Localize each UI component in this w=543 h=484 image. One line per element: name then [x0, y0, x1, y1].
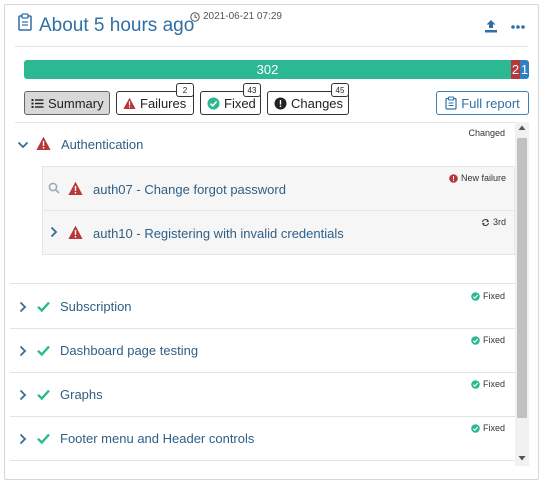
chevron-right-icon[interactable] — [17, 345, 29, 357]
changed-segment: 1 — [520, 60, 529, 79]
repeat-icon — [481, 218, 490, 226]
status-tag-text: Fixed — [482, 335, 505, 345]
checkmark-icon — [37, 301, 50, 313]
timestamp-text: 2021-06-21 07:29 — [203, 11, 282, 22]
chevron-right-icon[interactable] — [17, 389, 29, 401]
tab-label: Summary — [48, 95, 104, 111]
chevron-right-icon[interactable] — [17, 433, 29, 445]
status-tag-text: Fixed — [482, 291, 505, 301]
results-progress-bar: 302 2 1 — [24, 60, 529, 79]
tab-summary[interactable]: Summary — [24, 91, 110, 115]
changes-count-badge: 45 — [331, 83, 349, 97]
status-tag-text: Fixed — [482, 423, 505, 433]
group-label: Dashboard page testing — [60, 343, 199, 358]
chevron-right-icon[interactable] — [48, 226, 60, 238]
exclamation-circle-icon — [274, 97, 287, 109]
clipboard-icon — [445, 96, 457, 110]
group-row-footer-header[interactable]: Footer menu and Header controls Fixed — [10, 417, 515, 461]
check-circle-icon — [207, 97, 220, 109]
test-row-auth10[interactable]: auth10 - Registering with invalid creden… — [42, 210, 515, 255]
exclamation-circle-icon — [449, 173, 458, 183]
status-tag: Changed — [468, 128, 505, 138]
check-circle-icon — [471, 379, 480, 389]
clipboard-icon — [18, 13, 32, 31]
tab-label: Changes — [291, 95, 344, 111]
test-label: auth07 - Change forgot password — [93, 182, 286, 197]
divider — [15, 46, 528, 47]
run-timestamp: 2021-06-21 07:29 — [190, 11, 282, 22]
list-icon — [31, 98, 44, 108]
tab-fixed[interactable]: Fixed 43 — [200, 83, 261, 115]
chevron-down-icon[interactable] — [17, 139, 29, 151]
clock-icon — [190, 11, 200, 22]
status-tag: Fixed — [471, 335, 505, 345]
check-circle-icon — [471, 335, 480, 345]
status-tag-text: New failure — [460, 173, 506, 183]
failed-segment: 2 — [511, 60, 520, 79]
more-icon[interactable] — [510, 18, 526, 34]
warning-icon — [36, 136, 51, 150]
status-tag: Fixed — [471, 423, 505, 433]
group-row-graphs[interactable]: Graphs Fixed — [10, 373, 515, 417]
status-tag: 3rd — [481, 217, 506, 227]
group-label: Graphs — [60, 387, 103, 402]
scroll-up-arrow-icon[interactable] — [518, 124, 526, 132]
scroll-down-arrow-icon[interactable] — [518, 454, 526, 462]
warning-icon — [123, 97, 136, 109]
check-circle-icon — [471, 423, 480, 433]
search-icon[interactable] — [48, 182, 60, 194]
warning-icon — [68, 225, 83, 239]
checkmark-icon — [37, 389, 50, 401]
tab-failures[interactable]: Failures 2 — [116, 83, 194, 115]
tab-label: Failures — [140, 95, 187, 111]
page-title: About 5 hours ago — [39, 15, 195, 36]
passed-segment: 302 — [24, 60, 511, 79]
group-label: Subscription — [60, 299, 132, 314]
check-circle-icon — [471, 291, 480, 301]
test-row-auth07[interactable]: auth07 - Change forgot password New fail… — [42, 166, 515, 211]
group-row-authentication[interactable]: Authentication Changed auth07 - Change f… — [10, 122, 515, 284]
failures-count-badge: 2 — [176, 83, 194, 97]
group-row-subscription[interactable]: Subscription Fixed — [10, 285, 515, 329]
full-report-label: Full report — [461, 95, 520, 111]
status-tag: New failure — [449, 173, 506, 183]
checkmark-icon — [37, 345, 50, 357]
results-list: Authentication Changed auth07 - Change f… — [10, 122, 515, 466]
status-tag-text: 3rd — [492, 217, 506, 227]
tab-label: Fixed — [224, 95, 256, 111]
checkmark-icon — [37, 433, 50, 445]
test-label: auth10 - Registering with invalid creden… — [93, 226, 344, 241]
results-scrollbar[interactable] — [515, 122, 529, 466]
scrollbar-thumb[interactable] — [517, 138, 527, 418]
full-report-button[interactable]: Full report — [436, 91, 529, 115]
group-label: Authentication — [61, 137, 144, 152]
group-row-dashboard[interactable]: Dashboard page testing Fixed — [10, 329, 515, 373]
status-tag: Fixed — [471, 291, 505, 301]
warning-icon — [68, 181, 83, 195]
upload-icon[interactable] — [483, 18, 499, 34]
status-tag-text: Fixed — [482, 379, 505, 389]
tab-changes[interactable]: Changes 45 — [267, 83, 349, 115]
status-tag-text: Changed — [468, 128, 505, 138]
fixed-count-badge: 43 — [243, 83, 261, 97]
chevron-right-icon[interactable] — [17, 301, 29, 313]
status-tag: Fixed — [471, 379, 505, 389]
group-label: Footer menu and Header controls — [60, 431, 255, 446]
